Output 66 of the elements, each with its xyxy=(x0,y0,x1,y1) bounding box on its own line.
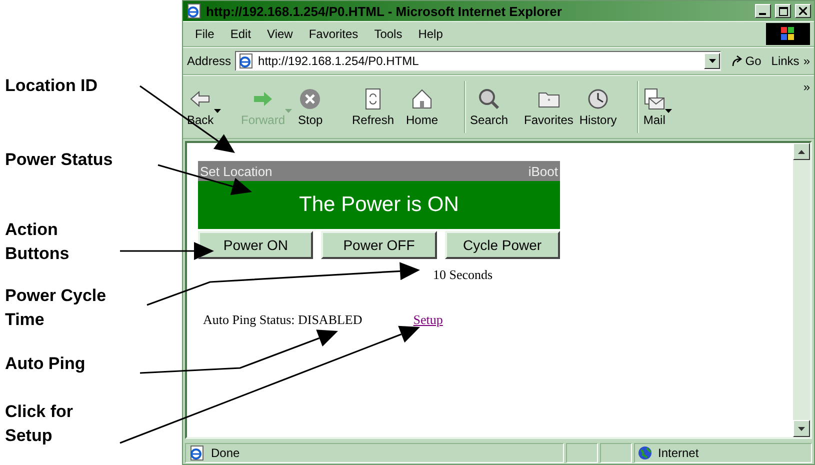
zone-text: Internet xyxy=(658,446,699,460)
toolbar-button[interactable]: History xyxy=(579,88,628,126)
power-button[interactable]: Power ON xyxy=(198,231,314,259)
status-pane xyxy=(566,443,598,463)
go-button[interactable]: Go xyxy=(725,54,768,68)
close-icon xyxy=(799,7,807,15)
flag-icon xyxy=(781,27,795,41)
toolbar-button[interactable]: Home xyxy=(406,88,454,126)
address-field[interactable]: http://192.168.1.254/P0.HTML xyxy=(235,51,722,71)
power-status-text: The Power is ON xyxy=(299,193,459,217)
address-label: Address xyxy=(187,54,232,68)
menu-item[interactable]: Tools xyxy=(366,27,410,41)
more-tools-button[interactable]: » xyxy=(803,80,810,94)
up-arrow-icon xyxy=(798,150,805,154)
search-icon xyxy=(478,88,500,110)
toolbar-button[interactable]: Refresh xyxy=(352,88,400,126)
more-links-button[interactable]: » xyxy=(803,54,810,68)
power-button[interactable]: Cycle Power xyxy=(444,231,560,259)
globe-icon xyxy=(638,446,652,460)
go-arrow-icon xyxy=(731,55,744,67)
window-title: http://192.168.1.254/P0.HTML - Microsoft Internet Explorer xyxy=(206,4,563,18)
scroll-up-button[interactable] xyxy=(793,143,810,160)
caret-icon xyxy=(285,108,292,112)
toolbar-button[interactable]: Back xyxy=(187,88,235,126)
maximize-icon xyxy=(778,6,788,16)
caret-icon xyxy=(798,426,805,430)
cycle-time-text: 10 Seconds xyxy=(433,267,493,282)
clock-icon xyxy=(587,88,610,110)
setup-link[interactable]: Setup xyxy=(413,312,443,328)
menu-item[interactable]: Edit xyxy=(222,27,260,41)
auto-ping-status: Auto Ping Status: DISABLED xyxy=(203,312,362,328)
menu-item[interactable]: Help xyxy=(410,27,451,41)
mail-icon xyxy=(643,88,666,110)
toolbar-button[interactable]: Search xyxy=(470,88,518,126)
links-label[interactable]: Links xyxy=(771,54,800,68)
page-icon xyxy=(189,445,205,461)
status-pane xyxy=(600,443,632,463)
page-icon xyxy=(186,3,202,19)
menu-item[interactable]: Favorites xyxy=(300,27,366,41)
caret-icon xyxy=(665,108,672,112)
callout-label: Action Buttons xyxy=(5,219,70,265)
menu-item[interactable]: File xyxy=(187,27,222,41)
close-button[interactable] xyxy=(795,4,811,18)
callout-label: Power Cycle Time xyxy=(5,285,106,331)
caret-icon xyxy=(708,59,716,63)
dropdown-button[interactable] xyxy=(704,53,720,69)
scrollbar[interactable] xyxy=(793,143,810,437)
callout-label: Power Status xyxy=(5,149,113,171)
toolbar-button[interactable]: Mail xyxy=(643,88,692,126)
menu-item[interactable]: View xyxy=(259,27,301,41)
scroll-down-button[interactable] xyxy=(793,420,810,437)
maximize-button[interactable] xyxy=(775,4,791,18)
status-text: Done xyxy=(211,446,240,460)
device-name: iBoot xyxy=(528,164,558,178)
callout-label: Location ID xyxy=(5,75,98,97)
caret-icon xyxy=(214,108,221,112)
callout-label: Auto Ping xyxy=(5,353,86,375)
page-icon xyxy=(238,53,254,69)
power-button[interactable]: Power OFF xyxy=(321,231,437,259)
callout-label: Click for Setup xyxy=(5,401,74,447)
toolbar-button[interactable]: Stop xyxy=(298,88,346,126)
stop-icon xyxy=(299,88,322,110)
home-icon xyxy=(411,88,434,110)
minimize-button[interactable] xyxy=(755,4,771,18)
toolbar-button[interactable]: Favorites xyxy=(524,88,574,126)
url-text: http://192.168.1.254/P0.HTML xyxy=(258,54,420,68)
